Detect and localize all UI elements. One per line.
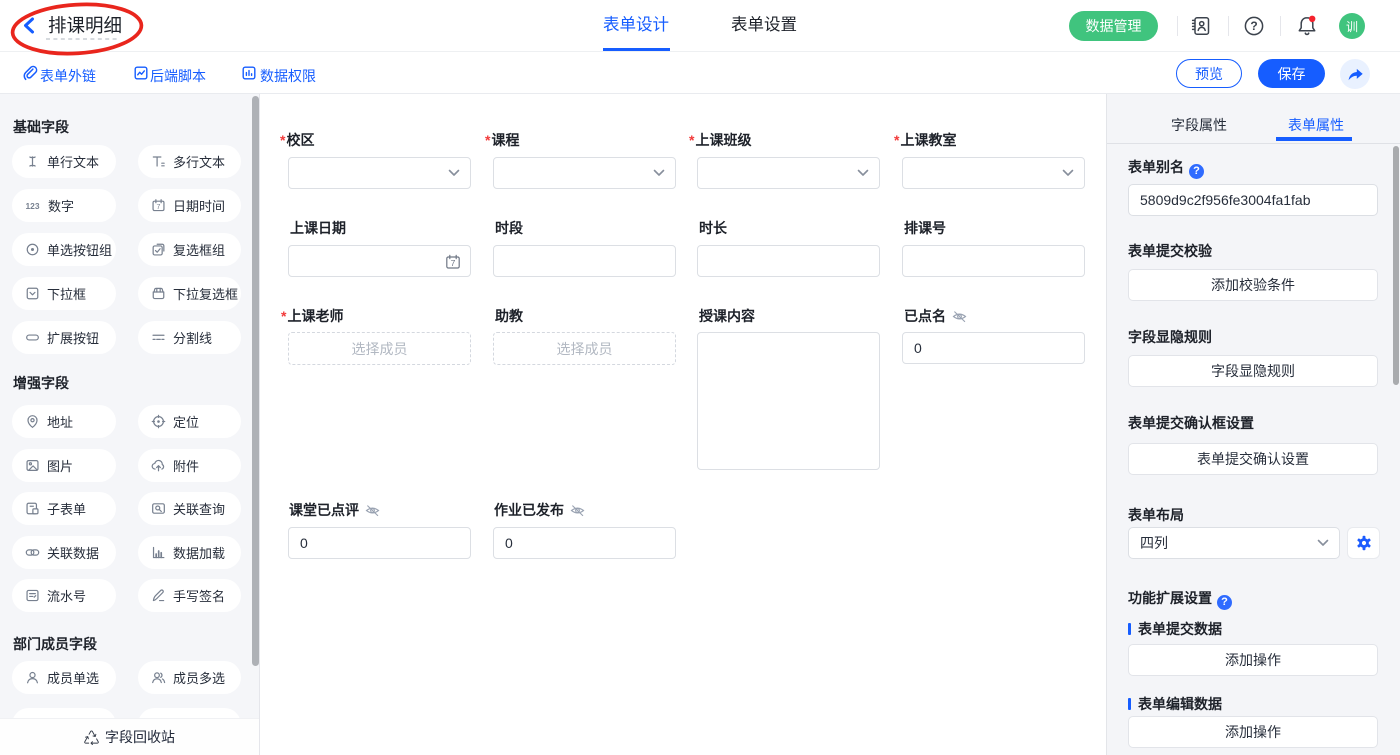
svg-text:7: 7: [157, 204, 161, 211]
svg-text:?: ?: [1250, 19, 1257, 33]
svg-text:7: 7: [451, 258, 456, 268]
svg-text:123: 123: [26, 201, 40, 211]
